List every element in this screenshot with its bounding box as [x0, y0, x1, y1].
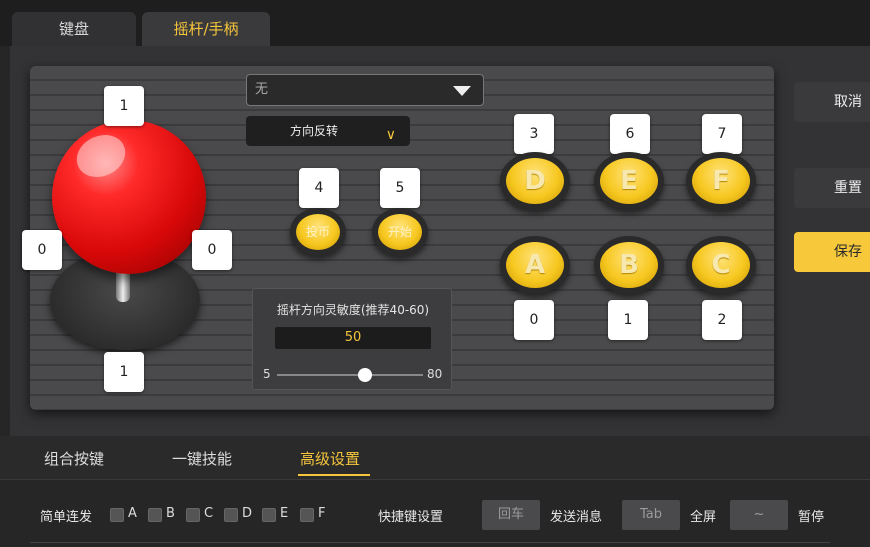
sensitivity-value[interactable]: 50: [275, 327, 431, 349]
top-tab-bar: 键盘 摇杆/手柄: [0, 0, 870, 46]
joystick-ball: [52, 120, 206, 274]
tab-advanced-settings[interactable]: 高级设置: [300, 448, 360, 469]
button-a-key[interactable]: 0: [514, 300, 554, 340]
joystick-up-key[interactable]: 1: [104, 86, 144, 126]
button-b-key[interactable]: 1: [608, 300, 648, 340]
joystick-left-key[interactable]: 0: [22, 230, 62, 270]
reset-button[interactable]: 重置: [794, 168, 870, 208]
coin-button[interactable]: 投币: [296, 214, 340, 250]
rapid-fire-d-label: D: [242, 506, 253, 521]
rapid-fire-a-checkbox[interactable]: [110, 508, 124, 522]
button-d[interactable]: D: [506, 158, 564, 204]
hotkey-fullscreen-label: 全屏: [690, 510, 717, 525]
joystick-right-key[interactable]: 0: [192, 230, 232, 270]
hotkey-pause-input[interactable]: ~: [730, 500, 788, 530]
direction-reverse-label: 方向反转: [290, 124, 339, 138]
rapid-fire-f-label: F: [318, 506, 326, 521]
profile-dropdown[interactable]: 无: [246, 74, 484, 106]
button-c-key[interactable]: 2: [702, 300, 742, 340]
caret-down-icon: [453, 86, 471, 96]
rapid-fire-c-checkbox[interactable]: [186, 508, 200, 522]
button-b[interactable]: B: [600, 242, 658, 288]
rapid-fire-d-checkbox[interactable]: [224, 508, 238, 522]
rapid-fire-b-label: B: [166, 506, 175, 521]
save-button[interactable]: 保存: [794, 232, 870, 272]
settings-tab-bar: 组合按键 一键技能 高级设置: [0, 436, 870, 480]
rapid-fire-a-label: A: [128, 506, 137, 521]
hotkey-settings-label: 快捷键设置: [378, 510, 444, 525]
cancel-button[interactable]: 取消: [794, 82, 870, 122]
rapid-fire-e-checkbox[interactable]: [262, 508, 276, 522]
button-f-key[interactable]: 7: [702, 114, 742, 154]
button-c[interactable]: C: [692, 242, 750, 288]
rapid-fire-e-label: E: [280, 506, 289, 521]
active-tab-indicator: [298, 474, 370, 476]
button-f[interactable]: F: [692, 158, 750, 204]
profile-dropdown-value: 无: [255, 82, 269, 97]
button-e-key[interactable]: 6: [610, 114, 650, 154]
sensitivity-slider-thumb[interactable]: [357, 368, 372, 382]
direction-reverse-dropdown[interactable]: 方向反转 ∨: [246, 116, 410, 146]
hotkey-send-message-label: 发送消息: [550, 510, 603, 525]
tab-combo-keys[interactable]: 组合按键: [44, 448, 104, 469]
bottom-divider: [30, 542, 830, 543]
rapid-fire-c-label: C: [204, 506, 214, 521]
joystick-settings-window: 键盘 摇杆/手柄 1 1 0 0 无 方向反转 ∨ 4 5 投币 开始 3 6 …: [0, 0, 870, 547]
rapid-fire-b-checkbox[interactable]: [148, 508, 162, 522]
rapid-fire-f-checkbox[interactable]: [300, 508, 314, 522]
hotkey-fullscreen-input[interactable]: Tab: [622, 500, 680, 530]
button-d-key[interactable]: 3: [514, 114, 554, 154]
sensitivity-max: 80: [427, 367, 443, 381]
coin-key[interactable]: 4: [299, 168, 339, 208]
start-button[interactable]: 开始: [378, 214, 422, 250]
sensitivity-panel: 摇杆方向灵敏度(推荐40-60) 50 5 80: [252, 288, 452, 390]
joystick-down-key[interactable]: 1: [104, 352, 144, 392]
advanced-settings-row: 简单连发 A B C D E F 快捷键设置 回车 发送消息 Tab 全屏 ~ …: [0, 480, 870, 547]
tab-joystick[interactable]: 摇杆/手柄: [142, 12, 270, 46]
sensitivity-title: 摇杆方向灵敏度(推荐40-60): [276, 303, 430, 317]
button-a[interactable]: A: [506, 242, 564, 288]
chevron-down-icon: ∨: [385, 127, 396, 143]
sensitivity-slider-track[interactable]: [277, 374, 423, 376]
sensitivity-min: 5: [263, 367, 271, 381]
rapid-fire-label: 简单连发: [40, 510, 93, 525]
hotkey-pause-label: 暂停: [798, 510, 825, 525]
button-e[interactable]: E: [600, 158, 658, 204]
hotkey-send-message-input[interactable]: 回车: [482, 500, 540, 530]
tab-keyboard[interactable]: 键盘: [12, 12, 136, 46]
start-key[interactable]: 5: [380, 168, 420, 208]
tab-one-key-skill[interactable]: 一键技能: [172, 448, 232, 469]
